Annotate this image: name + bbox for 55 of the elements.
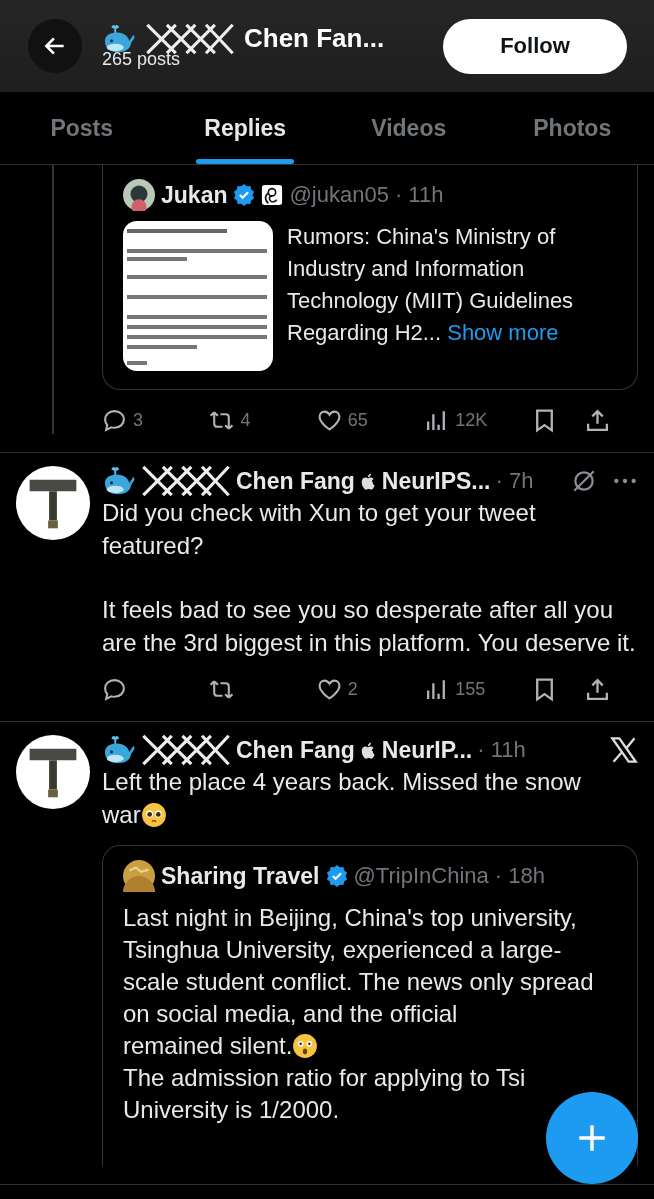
pleading-face-icon [140, 801, 167, 828]
share-icon[interactable] [584, 407, 610, 433]
quoted-text: Rumors: China's Ministry of Industry and Information Technology (MIIT) Guidelines Regarding H2... Show more [287, 223, 575, 347]
apple-icon [359, 740, 377, 760]
post-time: · 11h [477, 737, 526, 763]
whale-icon [102, 735, 136, 765]
action-count: 155 [455, 678, 486, 700]
profile-name: Chen Fan... [244, 23, 385, 54]
quoted-text: University is 1/2000. [123, 1096, 340, 1123]
post-text: Left the place 4 years back. Missed the snow [102, 768, 581, 795]
avatar[interactable] [123, 860, 155, 892]
reply-icon[interactable] [102, 676, 127, 702]
profile-tab[interactable]: Posts [0, 92, 164, 164]
whale-icon [102, 466, 136, 496]
quoted-text: The admission ratio for applying to Tsi [123, 1064, 526, 1091]
post-text: It feels bad to see you so desperate after all you are the 3rd biggest in this platform. You deserve it. [102, 596, 636, 656]
post-time: · 11h [394, 182, 444, 208]
author-affiliation: NeurIP... [381, 736, 473, 764]
author-name: Chen Fang [236, 736, 355, 764]
hammer-avatar[interactable] [16, 734, 90, 810]
avatar[interactable] [123, 179, 155, 211]
lattice-icon [141, 734, 231, 766]
action-count: 12K [455, 409, 488, 431]
post-text: war [102, 800, 141, 828]
astonished-face-icon [292, 1033, 319, 1059]
apple-icon [359, 471, 377, 491]
lattice-icon [141, 465, 231, 497]
follow-button[interactable]: Follow [443, 18, 627, 74]
profile-tab[interactable]: Photos [490, 92, 654, 164]
hammer-avatar[interactable] [16, 465, 90, 541]
author-handle: @TripInChina [353, 863, 489, 889]
author-name: Jukan [161, 181, 228, 209]
author-name: Chen Fang [236, 467, 355, 495]
action-count: 65 [347, 409, 368, 431]
action-count: 2 [347, 678, 358, 700]
reply-icon[interactable] [102, 407, 127, 433]
quoted-post[interactable]: Jukan @jukan05 · 11h Rumors: China's Ministry of Industry and Information Technology (MIIT) Guidelines Regarding H2... Show more [102, 165, 638, 390]
slashed-circle-icon[interactable] [571, 468, 597, 494]
whale-icon [102, 23, 136, 54]
author-affiliation: NeurIPS... [381, 467, 491, 495]
show-more-link[interactable]: Show more [447, 320, 559, 345]
action-count: 3 [133, 409, 143, 431]
profile-tab[interactable]: Replies [163, 92, 327, 164]
author-name: Sharing Travel [161, 862, 320, 890]
action-count: 4 [240, 409, 251, 431]
post-time: · 18h [494, 863, 545, 889]
post-time: · 7h [495, 468, 534, 494]
author-handle: @jukan05 [289, 182, 389, 208]
post-count: 265 posts [102, 48, 182, 70]
back-button[interactable] [28, 19, 82, 73]
quoted-text: remained silent. [123, 1032, 293, 1059]
post-text: Did you check with Xun to get your tweet featured? [102, 499, 536, 559]
x-logo-icon[interactable] [610, 736, 638, 764]
profile-tab[interactable]: Videos [327, 92, 491, 164]
share-icon[interactable] [584, 676, 610, 702]
